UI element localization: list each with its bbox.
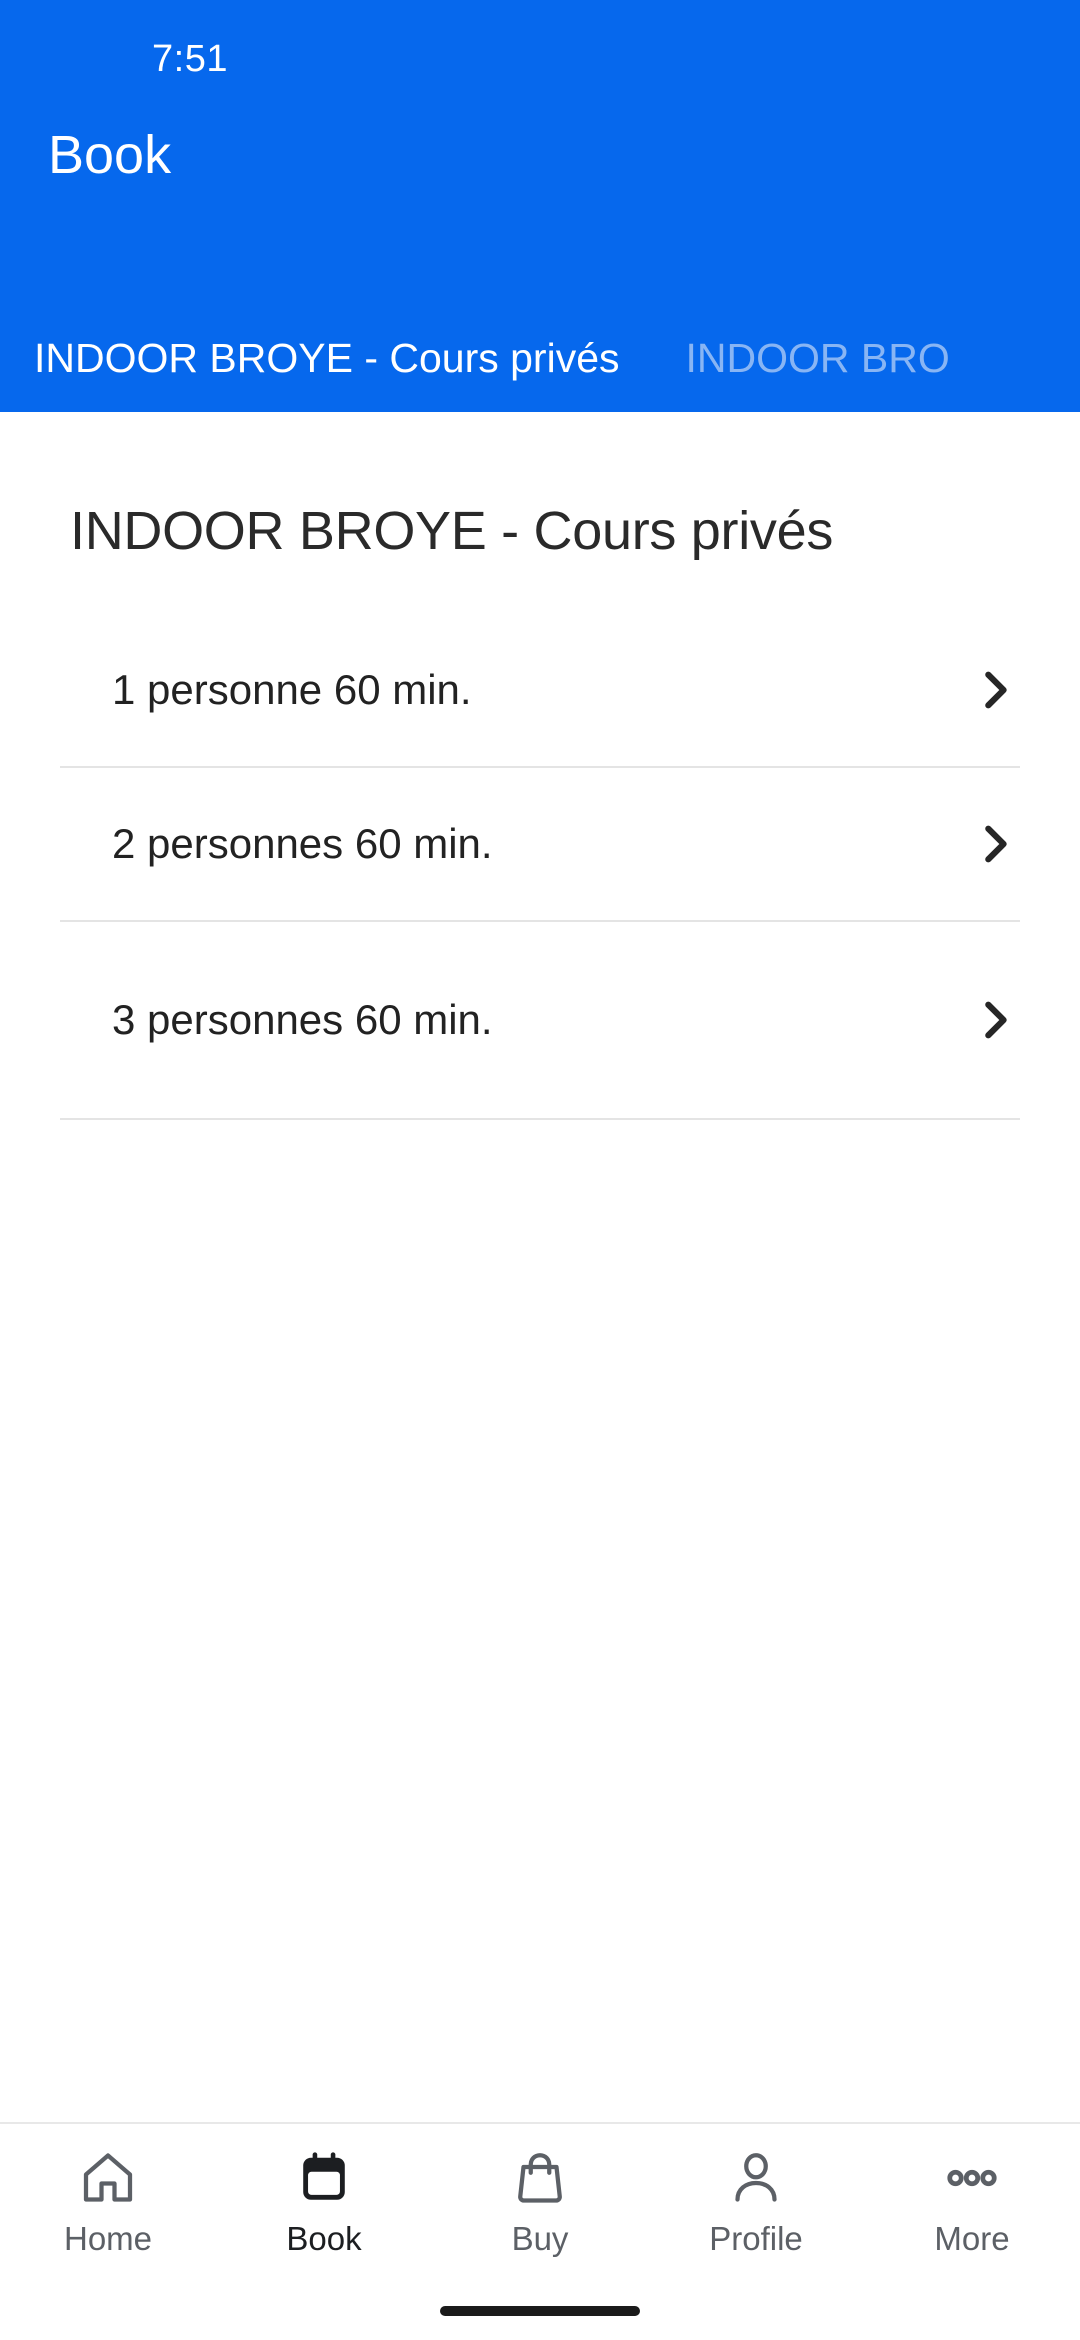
list-item[interactable]: 3 personnes 60 min.	[0, 922, 1080, 1118]
list-item-label: 2 personnes 60 min.	[112, 819, 493, 867]
status-bar-clock: 7:51	[152, 37, 228, 80]
list-divider	[60, 1118, 1020, 1121]
shopping-bag-icon	[508, 2146, 572, 2210]
home-icon	[76, 2146, 140, 2210]
nav-item-label: Buy	[511, 2220, 569, 2257]
nav-item-book[interactable]: Book	[216, 2146, 432, 2255]
status-bar: 7:51	[0, 0, 1080, 118]
nav-item-label: Book	[286, 2220, 362, 2257]
list-item-label: 1 personne 60 min.	[112, 665, 472, 713]
main-content: INDOOR BROYE - Cours privés 1 personne 6…	[0, 412, 1080, 2122]
nav-item-profile[interactable]: Profile	[648, 2146, 864, 2255]
nav-item-buy[interactable]: Buy	[432, 2146, 648, 2255]
page-header-title: Book	[48, 125, 172, 185]
home-indicator[interactable]	[440, 2306, 640, 2316]
app-screen: 7:51 Book INDOOR BROYE - Cours privés IN…	[0, 0, 1080, 2340]
chevron-right-icon	[972, 667, 1018, 713]
chevron-right-icon	[972, 997, 1018, 1043]
list-item[interactable]: 2 personnes 60 min.	[0, 768, 1080, 920]
home-indicator-area	[0, 2306, 1080, 2316]
list-item[interactable]: 1 personne 60 min.	[0, 614, 1080, 766]
nav-item-label: More	[934, 2220, 1010, 2257]
nav-item-home[interactable]: Home	[0, 2146, 216, 2255]
category-tabstrip[interactable]: INDOOR BROYE - Cours privés INDOOR BRO	[0, 304, 1080, 412]
nav-item-label: Profile	[709, 2220, 803, 2257]
nav-item-more[interactable]: More	[864, 2146, 1080, 2255]
calendar-icon	[292, 2146, 356, 2210]
tab-indoor-broye-cours-prives[interactable]: INDOOR BROYE - Cours privés	[0, 304, 620, 412]
page-title: INDOOR BROYE - Cours privés	[70, 501, 834, 561]
app-header: 7:51 Book INDOOR BROYE - Cours privés IN…	[0, 0, 1080, 412]
ellipsis-icon	[940, 2146, 1004, 2210]
person-icon	[724, 2146, 788, 2210]
nav-item-label: Home	[63, 2220, 153, 2257]
list-item-label: 3 personnes 60 min.	[112, 995, 493, 1043]
tab-indoor-broye-secondary[interactable]: INDOOR BRO	[620, 304, 950, 412]
service-list: 1 personne 60 min. 2 personnes 60 min. 3…	[0, 614, 1080, 1121]
chevron-right-icon	[972, 821, 1018, 867]
